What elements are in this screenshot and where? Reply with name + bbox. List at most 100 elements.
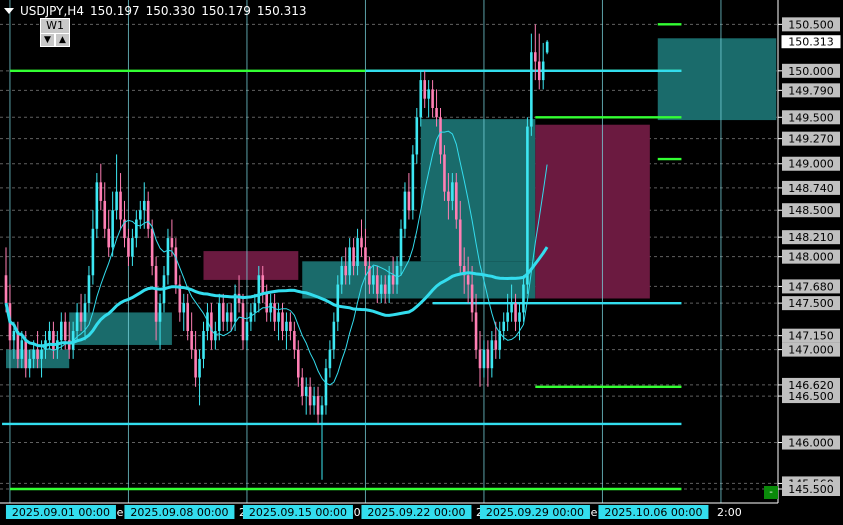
chart-window[interactable]: { "header": { "symbol_tf": "USDJPY,H4", …: [0, 0, 843, 525]
candle-body: [182, 303, 186, 313]
candle-body: [229, 312, 233, 322]
candle-body: [407, 191, 411, 211]
candle-body: [435, 107, 438, 118]
candle-body: [28, 358, 31, 369]
candle-body: [194, 349, 197, 378]
price-tick-label: 148.740: [788, 182, 834, 195]
candle-body: [308, 386, 312, 406]
candle-body: [545, 41, 549, 53]
candle-body: [190, 331, 193, 350]
candle-body: [142, 200, 146, 211]
candle-body: [139, 210, 142, 220]
price-tick-label: 149.000: [788, 158, 834, 171]
price-tick-label: 147.150: [788, 330, 834, 343]
candle-body: [170, 238, 174, 248]
candle-body: [257, 275, 261, 304]
timeframe-down-icon[interactable]: ▼: [40, 33, 55, 47]
candle-body: [360, 238, 363, 248]
time-fragment-label: 0: [354, 506, 361, 519]
candle-body: [210, 312, 213, 341]
candle-body: [241, 303, 245, 341]
candle-body: [107, 228, 110, 248]
chart-menu-triangle-icon[interactable]: [4, 8, 14, 14]
timeframe-up-icon[interactable]: ▲: [55, 33, 70, 47]
candle-body: [146, 200, 150, 229]
candle-body: [253, 303, 257, 313]
candle-body: [99, 182, 103, 201]
candle-body: [372, 275, 375, 285]
candle-body: [127, 238, 130, 257]
candle-body: [530, 52, 533, 127]
candle-body: [87, 275, 91, 304]
candle-body: [534, 52, 537, 62]
candle-body: [395, 265, 399, 285]
candle-body: [135, 219, 138, 239]
candle-body: [352, 247, 355, 266]
price-chart[interactable]: 150.500 150.000 149.790 149.500 149.270 149.0…: [0, 0, 843, 525]
zone-rect: [203, 251, 299, 280]
candle-body: [458, 219, 462, 266]
candle-body: [391, 275, 395, 285]
candle-body: [115, 191, 118, 211]
price-tick-label: 147.000: [788, 344, 834, 357]
candle-body: [502, 321, 505, 332]
candle-body: [300, 377, 304, 397]
candle-body: [174, 247, 178, 285]
candle-body: [245, 321, 249, 341]
candle-body: [218, 303, 221, 332]
candle-body: [474, 312, 478, 350]
time-tick-label: 2025.09.29 00:00: [486, 506, 584, 519]
time-tick-label: 2025.09.15 00:00: [249, 506, 347, 519]
candle-body: [265, 293, 268, 313]
zone-rect: [420, 119, 536, 262]
candle-body: [304, 386, 308, 397]
candle-body: [537, 61, 541, 81]
low-price: 150.179: [201, 4, 251, 18]
candle-body: [403, 191, 407, 229]
candle-body: [379, 284, 383, 294]
candle-body: [103, 200, 107, 229]
open-price: 150.197: [89, 4, 140, 18]
candle-body: [12, 331, 16, 341]
candle-body: [285, 321, 288, 332]
price-tick-label: 150.000: [788, 65, 834, 78]
candle-body: [376, 275, 379, 294]
candle-body: [79, 312, 83, 322]
symbol-timeframe: USDJPY,H4: [20, 4, 84, 18]
price-tick-label: 149.790: [788, 84, 834, 97]
candle-body: [83, 303, 87, 322]
candle-body: [225, 312, 229, 322]
price-tick-label: 148.500: [788, 204, 834, 217]
timeframe-switcher[interactable]: W1 ▼ ▲: [40, 18, 70, 47]
time-fragment-label: 2:00: [717, 506, 742, 519]
candle-body: [75, 312, 79, 332]
scale-minus-button[interactable]: -: [764, 486, 778, 499]
zone-rect: [535, 124, 650, 299]
price-tick-label: 147.680: [788, 280, 834, 293]
candle-body: [439, 117, 442, 155]
candle-body: [48, 331, 51, 341]
candle-body: [387, 275, 391, 294]
candle-body: [427, 89, 430, 99]
candle-body: [328, 349, 332, 369]
price-tick-label: 148.210: [788, 231, 834, 244]
candle-body: [166, 238, 170, 276]
candle-body: [40, 349, 43, 359]
candle-body: [332, 321, 336, 350]
candle-body: [202, 331, 205, 359]
candle-body: [383, 284, 387, 294]
candle-body: [447, 191, 450, 201]
candle-body: [415, 117, 419, 155]
candle-body: [95, 182, 99, 229]
candle-body: [293, 331, 296, 350]
candle-body: [154, 265, 158, 322]
price-tick-label: 146.000: [788, 437, 834, 450]
candle-body: [273, 303, 276, 322]
timeframe-label[interactable]: W1: [40, 18, 70, 34]
candle-body: [91, 228, 95, 276]
candle-body: [316, 396, 320, 415]
price-tick-label: 148.000: [788, 251, 834, 264]
candle-body: [466, 275, 470, 285]
time-tick-label: 2025.09.22 00:00: [367, 506, 465, 519]
candle-body: [269, 303, 272, 313]
